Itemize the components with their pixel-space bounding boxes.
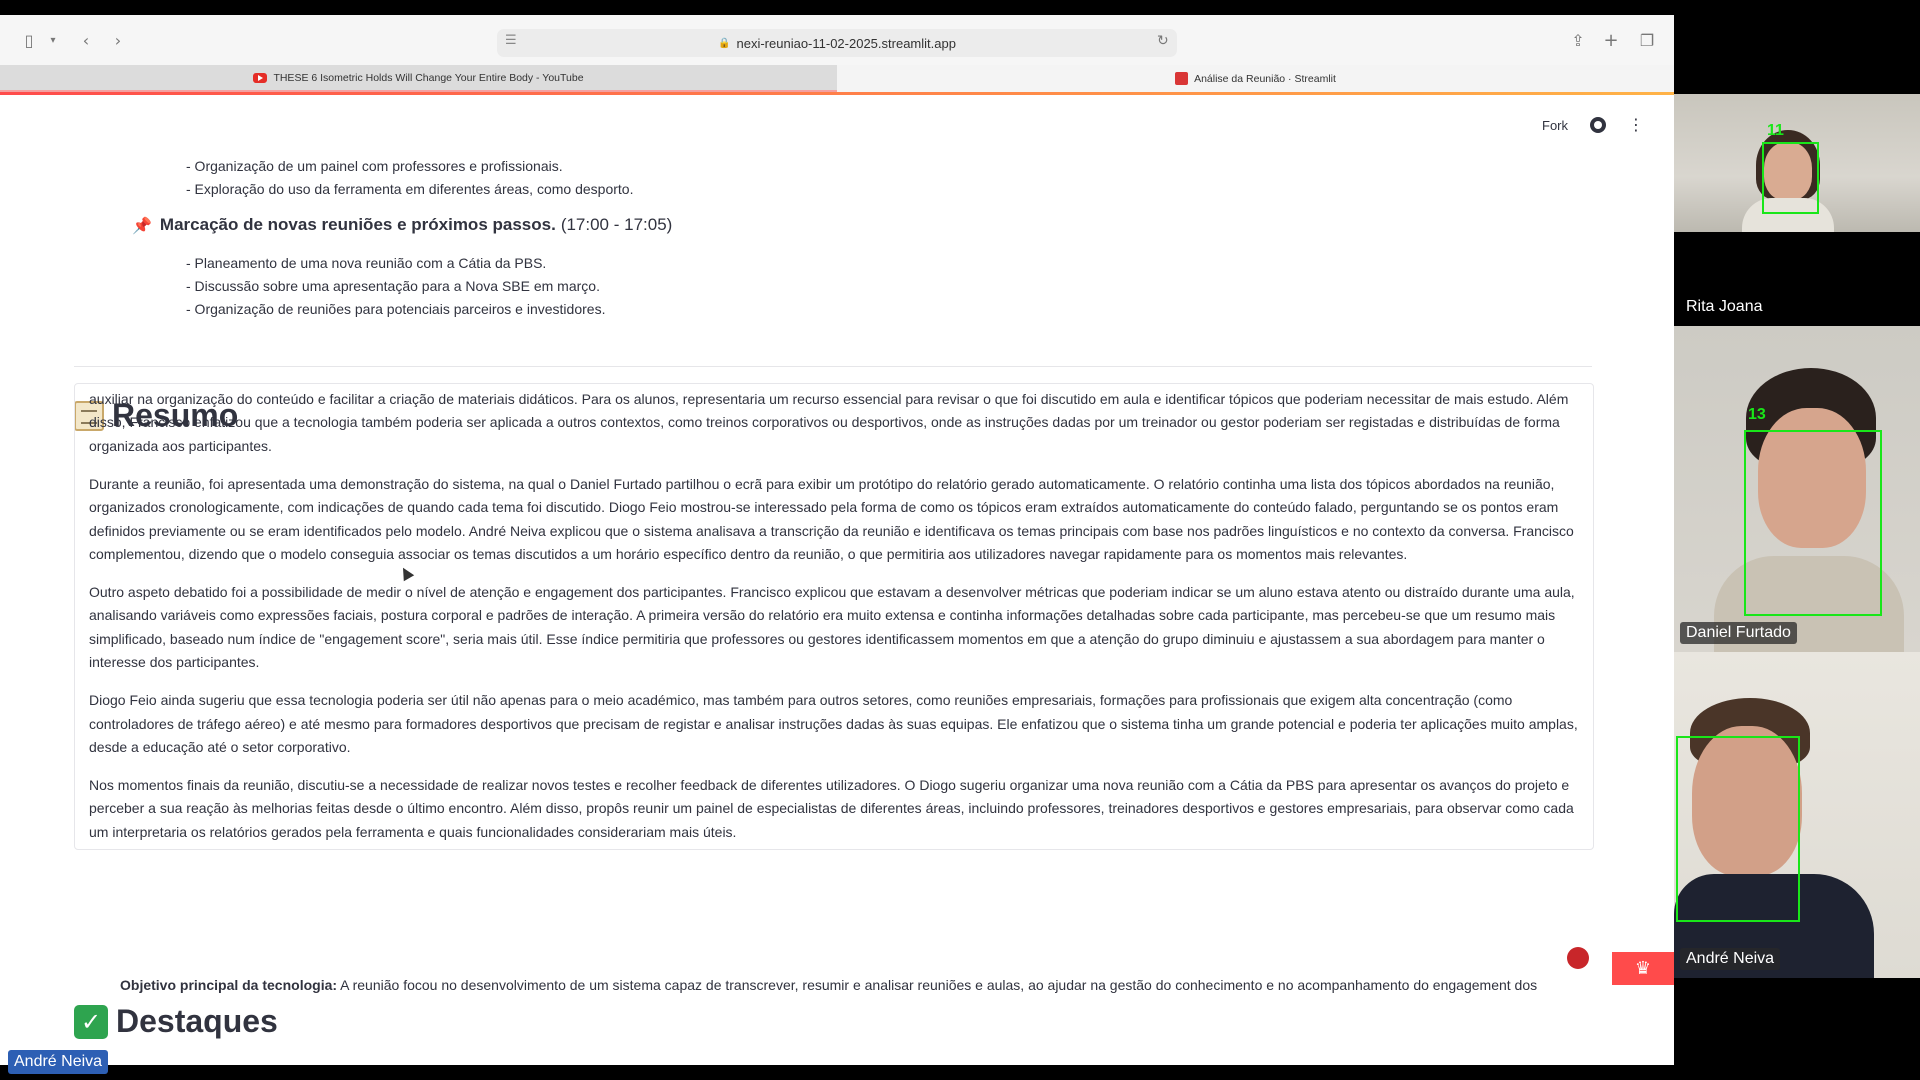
agenda-bullet: - Organização de reuniões para potenciai… xyxy=(186,301,606,317)
summary-paragraph: Durante a reunião, foi apresentada uma d… xyxy=(89,475,1574,563)
summary-paragraph: auxiliar na organização do conteúdo e fa… xyxy=(89,391,1569,454)
streamlit-badge[interactable]: ♛ xyxy=(1612,952,1674,985)
tab-label: THESE 6 Isometric Holds Will Change Your… xyxy=(273,71,584,84)
face-detection-box xyxy=(1676,736,1800,922)
github-icon[interactable] xyxy=(1590,117,1606,133)
participant-tile-rita[interactable]: 11 Rita Joana xyxy=(1674,94,1920,326)
share-icon[interactable]: ⇪ xyxy=(1568,29,1588,51)
screen: ▯ ▾ ‹ › 🔒 nexi-reuniao-11-02-2025.stream… xyxy=(0,0,1920,1080)
more-menu-icon[interactable]: ⋮ xyxy=(1628,117,1644,133)
tab-youtube[interactable]: THESE 6 Isometric Holds Will Change Your… xyxy=(0,65,837,92)
url-text: nexi-reuniao-11-02-2025.streamlit.app xyxy=(736,35,956,51)
streamlit-app: Fork ⋮ - Organização de um painel com pr… xyxy=(0,95,1674,1065)
agenda-item-heading: 📌 Marcação de novas reuniões e próximos … xyxy=(132,215,672,235)
divider xyxy=(74,366,1592,367)
destaques-heading: ✓ Destaques xyxy=(74,1003,278,1040)
back-icon[interactable]: ‹ xyxy=(78,29,94,51)
summary-paragraph: Nos momentos finais da reunião, discutiu… xyxy=(89,777,1574,840)
agenda-bullet: - Organização de um painel com professor… xyxy=(186,158,563,174)
tab-streamlit[interactable]: Análise da Reunião · Streamlit xyxy=(837,65,1674,92)
agenda-item-title: Marcação de novas reuniões e próximos pa… xyxy=(159,215,556,234)
self-view-name-label: André Neiva xyxy=(8,1050,109,1074)
summary-scroll-box[interactable]: auxiliar na organização do conteúdo e fa… xyxy=(74,383,1594,850)
face-detection-box xyxy=(1744,430,1882,616)
agenda-bullet: - Discussão sobre uma apresentação para … xyxy=(186,278,600,294)
highlight-item: Objetivo principal da tecnologia: A reun… xyxy=(120,977,1537,993)
agenda-bullet: - Exploração do uso da ferramenta em dif… xyxy=(186,181,634,197)
participant-name: André Neiva xyxy=(1680,948,1781,970)
video-call-panel: 11 Rita Joana 13 Daniel Furtado André Ne… xyxy=(1674,0,1920,1080)
app-header: Fork ⋮ xyxy=(1542,117,1644,133)
tab-bar: THESE 6 Isometric Holds Will Change Your… xyxy=(0,65,1674,92)
site-settings-icon[interactable]: ☰ xyxy=(505,33,517,48)
reload-icon[interactable]: ↻ xyxy=(1157,33,1169,49)
participant-name: Daniel Furtado xyxy=(1680,622,1797,644)
streamlit-icon xyxy=(1175,72,1189,85)
section-title: Destaques xyxy=(116,1003,278,1039)
check-mark-icon: ✓ xyxy=(74,1004,108,1039)
participant-tile-daniel[interactable]: 13 Daniel Furtado xyxy=(1674,326,1920,652)
agenda-item-time: (17:00 - 17:05) xyxy=(560,215,673,234)
summary-paragraph: Outro aspeto debatido foi a possibilidad… xyxy=(89,584,1575,671)
face-detection-id: 13 xyxy=(1748,406,1766,423)
agenda-bullet: - Planeamento de uma nova reunião com a … xyxy=(186,255,547,271)
fork-button[interactable]: Fork xyxy=(1542,118,1568,133)
lock-icon: 🔒 xyxy=(718,37,731,49)
tab-label: Análise da Reunião · Streamlit xyxy=(1194,72,1336,85)
address-bar[interactable]: 🔒 nexi-reuniao-11-02-2025.streamlit.app xyxy=(497,29,1177,57)
sidebar-toggle-icon[interactable]: ▯ xyxy=(18,29,40,51)
participant-tile-andre[interactable]: André Neiva xyxy=(1674,652,1920,978)
apple-icon xyxy=(1567,947,1589,969)
forward-icon[interactable]: › xyxy=(110,29,126,51)
browser-window: ▯ ▾ ‹ › 🔒 nexi-reuniao-11-02-2025.stream… xyxy=(0,15,1674,1065)
summary-paragraph: Diogo Feio ainda sugeriu que essa tecnol… xyxy=(89,692,1578,756)
browser-toolbar: ▯ ▾ ‹ › 🔒 nexi-reuniao-11-02-2025.stream… xyxy=(0,15,1674,65)
highlight-item-text: A reunião focou no desenvolvimento de um… xyxy=(337,977,1538,993)
new-tab-icon[interactable]: + xyxy=(1601,29,1621,51)
tab-overview-icon[interactable]: ❐ xyxy=(1637,29,1657,51)
youtube-icon xyxy=(253,72,268,83)
participant-name: Rita Joana xyxy=(1686,298,1763,315)
face-detection-id: 11 xyxy=(1767,122,1784,139)
chevron-down-icon[interactable]: ▾ xyxy=(46,29,60,51)
highlight-item-title: Objetivo principal da tecnologia: xyxy=(120,977,338,993)
pushpin-icon: 📌 xyxy=(132,215,152,235)
face-detection-box xyxy=(1762,142,1819,214)
